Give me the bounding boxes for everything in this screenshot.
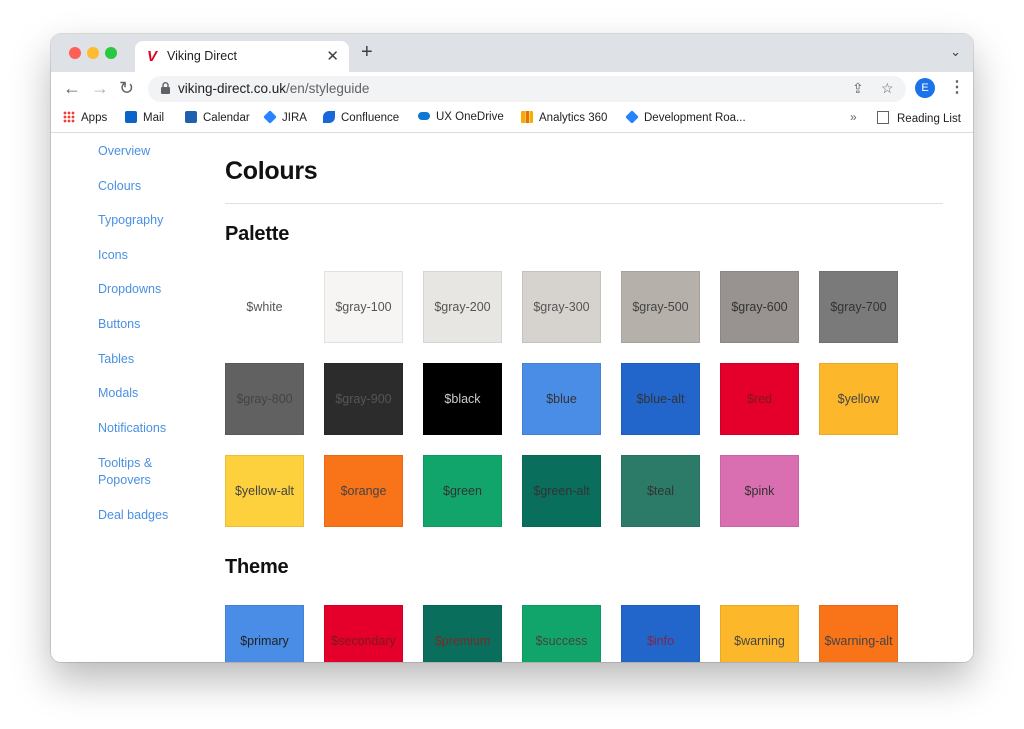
sidebar-link[interactable]: Icons: [98, 247, 128, 264]
palette-heading: Palette: [225, 223, 290, 245]
close-window-button[interactable]: [69, 47, 81, 59]
share-icon[interactable]: ⇪: [852, 80, 864, 97]
color-swatch: $blue-alt: [621, 363, 700, 435]
theme-heading: Theme: [225, 556, 289, 578]
bookmark-label: JIRA: [282, 112, 307, 124]
color-swatch: $secondary: [324, 605, 403, 662]
onedrive-cloud-icon: [418, 112, 430, 120]
color-swatch: $yellow-alt: [225, 455, 304, 527]
color-swatch: $premium: [423, 605, 502, 662]
analytics-bar-icon: [521, 111, 533, 123]
bookmark-apps[interactable]: Apps: [63, 111, 107, 124]
color-swatch: $pink: [720, 455, 799, 527]
zoom-window-button[interactable]: [105, 47, 117, 59]
sidebar-link[interactable]: Modals: [98, 385, 138, 402]
color-swatch: $yellow: [819, 363, 898, 435]
color-swatch: $gray-900: [324, 363, 403, 435]
sidebar-link[interactable]: Buttons: [98, 316, 140, 333]
bookmark-mail[interactable]: Mail: [125, 111, 164, 124]
title-divider: [225, 203, 943, 204]
bookmark-ux-onedrive[interactable]: UX OneDrive: [418, 111, 504, 123]
new-tab-icon[interactable]: +: [361, 42, 373, 62]
bookmark-label: Development Roa...: [644, 112, 746, 124]
browser-tab[interactable]: V Viking Direct ✕: [135, 41, 349, 72]
bookmark-label: Apps: [81, 112, 108, 124]
confluence-icon: [323, 111, 335, 123]
tab-strip: V Viking Direct ✕ + ⌄: [51, 34, 973, 72]
more-menu-icon[interactable]: ⋮: [949, 77, 965, 97]
color-swatch: $gray-100: [324, 271, 403, 343]
page-content: Overview Colours Typography Icons Dropdowns B…: [51, 133, 973, 662]
reading-list-icon: [877, 111, 889, 124]
reading-list-label: Reading List: [897, 113, 961, 125]
minimize-window-button[interactable]: [87, 47, 99, 59]
color-swatch: $green: [423, 455, 502, 527]
jira-icon: [625, 110, 639, 124]
color-swatch: $teal: [621, 455, 700, 527]
color-swatch: $primary: [225, 605, 304, 662]
bookmark-label: Analytics 360: [539, 112, 608, 124]
sidebar-link[interactable]: Overview: [98, 143, 150, 160]
jira-icon: [263, 110, 277, 124]
color-swatch: $info: [621, 605, 700, 662]
outlook-icon: [125, 111, 137, 123]
color-swatch: $blue: [522, 363, 601, 435]
close-icon[interactable]: ✕: [326, 47, 339, 65]
sidebar-link[interactable]: Tooltips & Popovers: [98, 455, 152, 489]
bookmark-label: Calendar: [203, 112, 250, 124]
url-text: viking-direct.co.uk/en/styleguide: [178, 81, 369, 96]
sidebar-link[interactable]: Deal badges: [98, 507, 168, 524]
bookmark-label: Mail: [143, 112, 165, 124]
tab-title: Viking Direct: [167, 49, 237, 63]
back-arrow-icon[interactable]: ←: [63, 78, 81, 98]
color-swatch: $success: [522, 605, 601, 662]
viking-logo-icon: V: [147, 48, 158, 65]
more-bookmarks-icon[interactable]: »: [850, 110, 857, 124]
bookmark-label: UX OneDrive: [436, 111, 504, 123]
bookmarks-bar: Apps Mail Calendar JIRA Confluence UX On…: [51, 106, 973, 133]
lock-icon: [161, 82, 170, 94]
sidebar-link[interactable]: Colours: [98, 178, 141, 195]
apps-grid-icon: [63, 111, 75, 123]
url-host: viking-direct.co.uk: [178, 81, 287, 96]
bookmark-calendar[interactable]: Calendar: [185, 111, 250, 124]
reload-icon[interactable]: ↻: [119, 78, 134, 98]
address-bar[interactable]: viking-direct.co.uk/en/styleguide ⇪ ☆: [148, 76, 906, 102]
sidebar-link[interactable]: Typography: [98, 212, 163, 229]
bookmark-jira[interactable]: JIRA: [263, 110, 307, 124]
color-swatch: $gray-700: [819, 271, 898, 343]
url-path: /en/styleguide: [286, 81, 370, 96]
color-swatch: $white: [225, 271, 304, 343]
color-swatch: $orange: [324, 455, 403, 527]
forward-arrow-icon[interactable]: →: [91, 78, 109, 98]
bookmark-development-roadmap[interactable]: Development Roa...: [625, 110, 746, 124]
browser-toolbar: ← → ↻ viking-direct.co.uk/en/styleguide …: [51, 72, 973, 106]
color-swatch: $gray-500: [621, 271, 700, 343]
sidebar-link[interactable]: Dropdowns: [98, 281, 161, 298]
reading-list-button[interactable]: Reading List: [877, 111, 961, 125]
color-swatch: $warning-alt: [819, 605, 898, 662]
bookmark-label: Confluence: [341, 112, 400, 124]
color-swatch: $gray-800: [225, 363, 304, 435]
color-swatch: $gray-600: [720, 271, 799, 343]
browser-window: V Viking Direct ✕ + ⌄ ← → ↻ viking-direc…: [51, 34, 973, 662]
chevron-down-icon[interactable]: ⌄: [950, 44, 961, 60]
color-swatch: $red: [720, 363, 799, 435]
color-swatch: $warning: [720, 605, 799, 662]
sidebar-link[interactable]: Tables: [98, 351, 134, 368]
color-swatch: $green-alt: [522, 455, 601, 527]
color-swatch: $gray-200: [423, 271, 502, 343]
avatar[interactable]: E: [915, 78, 935, 98]
page-title: Colours: [225, 157, 318, 185]
color-swatch: $gray-300: [522, 271, 601, 343]
star-icon[interactable]: ☆: [881, 80, 894, 97]
sidebar-link[interactable]: Notifications: [98, 420, 166, 437]
bookmark-confluence[interactable]: Confluence: [323, 111, 399, 124]
calendar-icon: [185, 111, 197, 123]
color-swatch: $black: [423, 363, 502, 435]
bookmark-analytics[interactable]: Analytics 360: [521, 111, 607, 124]
